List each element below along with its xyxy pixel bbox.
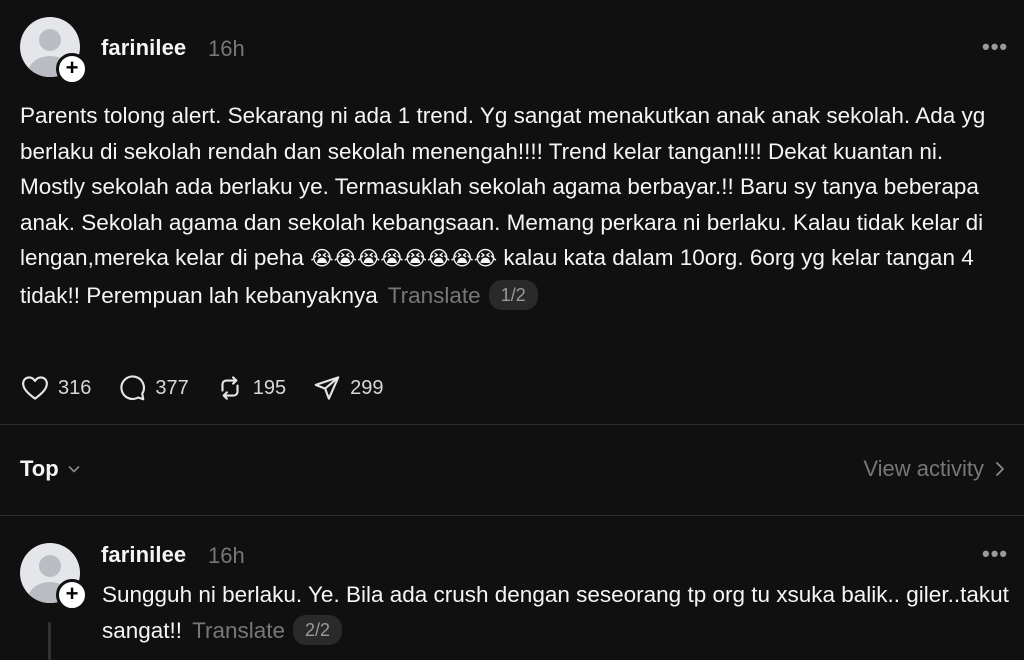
heart-icon (22, 376, 48, 400)
like-button[interactable]: 316 (20, 373, 91, 403)
thread-page-indicator: 2/2 (293, 615, 343, 645)
plus-icon: + (65, 55, 79, 80)
divider (0, 424, 1024, 425)
sort-label: Top (20, 456, 59, 481)
repost-icon (221, 376, 239, 400)
repost-count: 195 (252, 376, 287, 399)
more-icon[interactable]: ••• (982, 34, 1008, 60)
share-count: 299 (350, 376, 384, 399)
reply-button[interactable]: 377 (117, 373, 189, 403)
translate-link[interactable]: Translate (388, 283, 481, 308)
reply-username[interactable]: farinilee (101, 542, 186, 568)
thread-page-indicator: 1/2 (488, 279, 538, 310)
avatar[interactable]: + (20, 17, 88, 85)
divider (0, 515, 1024, 516)
sort-dropdown[interactable]: Top (20, 456, 81, 482)
view-activity-link[interactable]: View activity (863, 456, 1006, 482)
chevron-down-icon (68, 466, 79, 473)
reply-body: Sungguh ni berlaku. Ye. Bila ada crush d… (102, 577, 1012, 649)
post-timestamp: 16h (208, 36, 245, 61)
thread-page: + farinilee 16h ••• Parents tolong alert… (0, 0, 1024, 660)
post-body: Parents tolong alert. Sekarang ni ada 1 … (20, 98, 1010, 313)
follow-plus-button[interactable]: + (56, 579, 88, 611)
thread-connector-line (48, 622, 51, 660)
chevron-right-icon (996, 462, 1004, 476)
like-count: 316 (58, 376, 92, 399)
view-activity-label: View activity (863, 456, 984, 481)
reply-avatar[interactable]: + (20, 543, 88, 611)
translate-link[interactable]: Translate (192, 618, 285, 643)
action-bar: 316 377 195 299 (20, 370, 410, 406)
share-button[interactable]: 299 (312, 373, 384, 403)
reply-timestamp: 16h (208, 543, 245, 568)
more-icon[interactable]: ••• (982, 541, 1008, 567)
comment-icon (120, 375, 146, 401)
post-username[interactable]: farinilee (101, 35, 186, 61)
share-icon (314, 376, 340, 400)
plus-icon: + (65, 581, 79, 606)
follow-plus-button[interactable]: + (56, 53, 88, 85)
crying-emoji-icons: 😭😭😭😭😭😭😭😭 (310, 248, 498, 270)
reply-count: 377 (155, 376, 189, 399)
repost-button[interactable]: 195 (215, 373, 286, 403)
